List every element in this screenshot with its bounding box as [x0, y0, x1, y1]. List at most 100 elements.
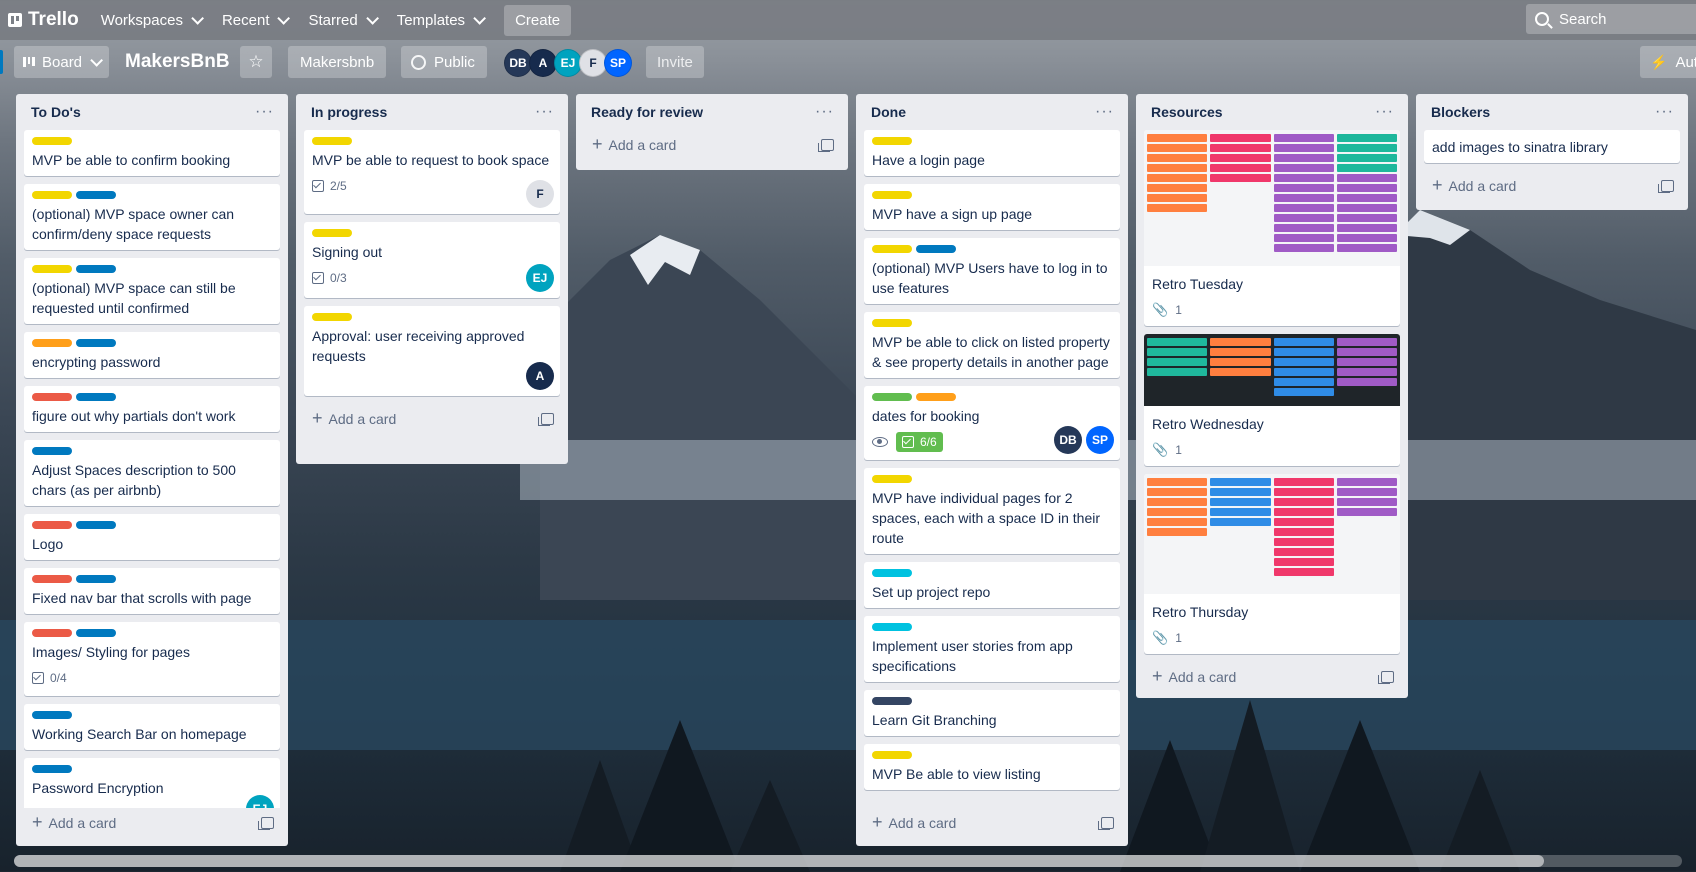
label-green[interactable] [872, 393, 912, 401]
more-icon[interactable]: ··· [535, 103, 554, 121]
avatar[interactable]: EJ [526, 264, 554, 292]
card[interactable]: (optional) MVP space can still be reques… [24, 258, 280, 324]
label-blue[interactable] [916, 245, 956, 253]
card-template-icon[interactable] [1378, 671, 1394, 684]
card[interactable]: Retro Wednesday 📎 1 [1144, 334, 1400, 466]
label-yellow[interactable] [872, 751, 912, 759]
add-card-button[interactable]: + Add a card [1424, 171, 1680, 201]
sidebar-toggle[interactable] [0, 50, 3, 74]
more-icon[interactable]: ··· [1375, 103, 1394, 121]
label-blue[interactable] [76, 521, 116, 529]
board-horizontal-scrollbar[interactable] [14, 855, 1682, 867]
label-yellow[interactable] [32, 265, 72, 273]
board-view-switcher[interactable]: Board [14, 46, 110, 78]
label-orange[interactable] [916, 393, 956, 401]
avatar[interactable]: EJ [246, 795, 274, 808]
label-blue[interactable] [76, 265, 116, 273]
workspace-button[interactable]: Makersbnb [288, 46, 387, 78]
card[interactable]: Logo [24, 514, 280, 560]
more-icon[interactable]: ··· [815, 103, 834, 121]
nav-recent[interactable]: Recent [222, 12, 291, 29]
card[interactable]: Retro Tuesday 📎 1 [1144, 130, 1400, 326]
label-navy[interactable] [872, 697, 912, 705]
label-orange[interactable] [32, 339, 72, 347]
label-yellow[interactable] [312, 313, 352, 321]
card[interactable]: MVP be able to confirm booking [24, 130, 280, 176]
more-icon[interactable]: ··· [1655, 103, 1674, 121]
list-title[interactable]: In progress [311, 104, 387, 120]
label-red[interactable] [32, 629, 72, 637]
label-blue[interactable] [76, 393, 116, 401]
label-blue[interactable] [76, 191, 116, 199]
card[interactable]: Password Encryption EJ [24, 758, 280, 808]
label-red[interactable] [32, 393, 72, 401]
card[interactable]: MVP have individual pages for 2 spaces, … [864, 468, 1120, 554]
list-title[interactable]: Blockers [1431, 104, 1490, 120]
trello-logo[interactable]: Trello [8, 9, 79, 31]
label-yellow[interactable] [872, 191, 912, 199]
list-title[interactable]: Done [871, 104, 906, 120]
avatar[interactable]: A [529, 49, 557, 77]
scrollbar-thumb[interactable] [14, 855, 1544, 867]
card-template-icon[interactable] [818, 139, 834, 152]
more-icon[interactable]: ··· [255, 103, 274, 121]
card[interactable]: encrypting password [24, 332, 280, 378]
card[interactable]: Signing out 0/3 EJ [304, 222, 560, 298]
card[interactable]: Approval: user receiving approved reques… [304, 306, 560, 396]
avatar[interactable]: A [526, 362, 554, 390]
card[interactable]: Images/ Styling for pages 0/4 [24, 622, 280, 696]
avatar[interactable]: DB [504, 49, 532, 77]
avatar[interactable]: SP [604, 49, 632, 77]
label-blue[interactable] [32, 765, 72, 773]
automation-button[interactable]: ⚡ Auto [1640, 46, 1696, 78]
card[interactable]: Set up project repo [864, 562, 1120, 608]
card[interactable]: MVP be able to click on listed property … [864, 312, 1120, 378]
label-sky[interactable] [872, 623, 912, 631]
label-yellow[interactable] [872, 245, 912, 253]
nav-starred[interactable]: Starred [308, 12, 379, 29]
star-icon[interactable]: ☆ [240, 46, 272, 78]
add-card-button[interactable]: + Add a card [864, 808, 1120, 838]
card-template-icon[interactable] [258, 817, 274, 830]
more-icon[interactable]: ··· [1095, 103, 1114, 121]
add-card-button[interactable]: + Add a card [1144, 662, 1400, 692]
card[interactable]: Learn Git Branching [864, 690, 1120, 736]
list-title[interactable]: Resources [1151, 104, 1223, 120]
create-button[interactable]: Create [504, 4, 572, 36]
label-yellow[interactable] [312, 229, 352, 237]
card-template-icon[interactable] [1098, 817, 1114, 830]
label-yellow[interactable] [872, 319, 912, 327]
label-red[interactable] [32, 521, 72, 529]
card[interactable]: MVP be able to request to book space 2/5… [304, 130, 560, 214]
avatar[interactable]: SP [1086, 426, 1114, 454]
label-red[interactable] [32, 575, 72, 583]
card-template-icon[interactable] [538, 413, 554, 426]
card[interactable]: dates for booking 6/6 DB SP [864, 386, 1120, 460]
list-title[interactable]: To Do's [31, 104, 81, 120]
board-title[interactable]: MakersBnB [115, 46, 240, 78]
card[interactable]: Fixed nav bar that scrolls with page [24, 568, 280, 614]
nav-templates[interactable]: Templates [397, 12, 487, 29]
avatar[interactable]: F [526, 180, 554, 208]
add-card-button[interactable]: + Add a card [584, 130, 840, 160]
add-card-button[interactable]: + Add a card [24, 808, 280, 838]
card[interactable]: Have a login page [864, 130, 1120, 176]
search-input[interactable]: Search [1526, 4, 1696, 34]
card[interactable]: MVP have a sign up page [864, 184, 1120, 230]
avatar[interactable]: F [579, 49, 607, 77]
label-blue[interactable] [76, 629, 116, 637]
invite-button[interactable]: Invite [646, 46, 704, 78]
card[interactable]: MVP Be able to view listing [864, 744, 1120, 790]
list-title[interactable]: Ready for review [591, 104, 703, 120]
card[interactable]: Implement user stories from app specific… [864, 616, 1120, 682]
label-yellow[interactable] [32, 191, 72, 199]
card[interactable]: (optional) MVP space owner can confirm/d… [24, 184, 280, 250]
card[interactable]: figure out why partials don't work [24, 386, 280, 432]
label-yellow[interactable] [32, 137, 72, 145]
visibility-button[interactable]: Public [401, 46, 487, 78]
add-card-button[interactable]: + Add a card [304, 404, 560, 434]
card[interactable]: add images to sinatra library [1424, 130, 1680, 163]
card-template-icon[interactable] [1658, 180, 1674, 193]
label-blue[interactable] [32, 711, 72, 719]
label-blue[interactable] [32, 447, 72, 455]
